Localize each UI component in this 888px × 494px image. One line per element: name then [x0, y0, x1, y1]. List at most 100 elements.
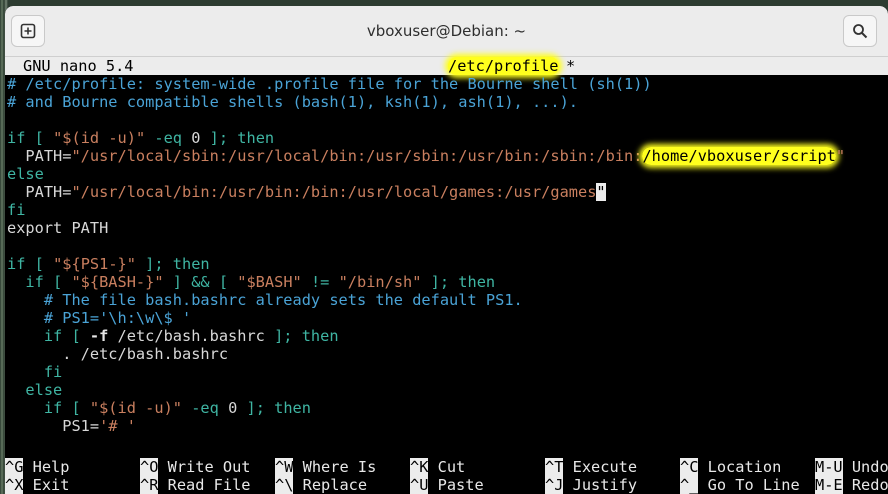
new-tab-icon [20, 23, 36, 39]
shortcut-label: Write Out [158, 458, 251, 476]
code-token: '# ' [99, 417, 136, 435]
code-token: # and Bourne compatible shells (bash(1),… [7, 93, 578, 111]
code-token: . /etc/bash.bashrc [7, 345, 229, 363]
code-token: fi [7, 201, 26, 219]
shortcut-label: Read File [158, 476, 251, 494]
terminal-content[interactable]: GNU nano 5.4 /etc/profile * # /etc/profi… [5, 57, 888, 494]
shortcut-key: M-U [815, 458, 843, 476]
code-line: else [7, 165, 44, 183]
shortcut-key: ^\ [275, 476, 294, 494]
shortcut-write-out: ^O Write Out [140, 458, 251, 476]
code-line: . /etc/bash.bashrc [7, 345, 228, 363]
code-token: export PATH [7, 219, 109, 237]
shortcut-key: ^R [140, 476, 159, 494]
code-token: ]; then [135, 255, 210, 273]
shortcut-paste: ^U Paste [410, 476, 484, 494]
title-bar: vboxuser@Debian: ~ [5, 6, 888, 57]
shortcut-label: Cut [428, 458, 466, 476]
code-line: export PATH [7, 219, 108, 237]
code-token: # /etc/profile: system-wide .profile fil… [7, 75, 652, 93]
search-icon [853, 24, 868, 39]
code-token: if [ [7, 255, 54, 273]
code-token: "$(id -u)" [89, 399, 182, 417]
code-line: PATH="/usr/local/bin:/usr/bin:/bin:/usr/… [7, 183, 606, 201]
code-line: # The file bash.bashrc already sets the … [7, 291, 523, 309]
shortcut-key: ^C [680, 458, 699, 476]
code-line: # and Bourne compatible shells (bash(1),… [7, 93, 578, 111]
code-token: ] && [ [163, 273, 238, 291]
code-line: if [ "$(id -u)" -eq 0 ]; then [7, 129, 274, 147]
shortcut-replace: ^\ Replace [275, 476, 367, 494]
shortcut-label: Redo [842, 476, 888, 494]
code-line: fi [7, 201, 25, 219]
code-token: fi [7, 363, 63, 381]
code-line: PS1='# ' [7, 417, 136, 435]
shortcut-key: ^W [275, 458, 294, 476]
code-token: # PS1='\h:\w\$ ' [7, 309, 192, 327]
shortcut-label: Undo [842, 458, 888, 476]
shortcut-label: Go To Line [698, 476, 800, 494]
nano-header: GNU nano 5.4 /etc/profile * [5, 57, 888, 75]
shortcut-label: Help [23, 458, 70, 476]
code-line: if [ -f /etc/bash.bashrc ]; then [7, 327, 339, 345]
terminal-window: vboxuser@Debian: ~ GNU nano 5.4 /etc/pro… [5, 6, 888, 494]
new-tab-button[interactable] [11, 15, 45, 47]
shortcut-label: Execute [563, 458, 638, 476]
shortcut-justify: ^J Justify [545, 476, 637, 494]
code-token: if [ [7, 327, 90, 345]
code-token: # The file bash.bashrc already sets the … [7, 291, 523, 309]
shortcut-key: ^J [545, 476, 564, 494]
shortcut-label: Exit [23, 476, 70, 494]
shortcut-where-is: ^W Where Is [275, 458, 376, 476]
shortcut-execute: ^T Execute [545, 458, 637, 476]
code-line: if [ "${BASH-}" ] && [ "$BASH" != "/bin/… [7, 273, 495, 291]
code-line: if [ "$(id -u)" -eq 0 ]; then [7, 399, 311, 417]
shortcut-redo: M-E Redo [815, 476, 888, 494]
shortcut-key: ^_ [680, 476, 699, 494]
code-token: "/usr/local/bin:/usr/bin:/bin:/usr/local… [71, 183, 597, 201]
code-token: 0 [228, 399, 238, 417]
code-token: ]; then [421, 273, 496, 291]
code-token: -f [89, 327, 109, 345]
code-token: if [ [7, 399, 90, 417]
shortcut-label: Location [698, 458, 782, 476]
shortcut-label: Replace [293, 476, 368, 494]
code-token: else [7, 381, 63, 399]
shortcut-go-to-line: ^_ Go To Line [680, 476, 800, 494]
code-token: if [ [7, 129, 54, 147]
code-token: PATH= [7, 147, 72, 165]
code-token: "/bin/sh" [338, 273, 422, 291]
code-token: ]; then [264, 327, 339, 345]
shortcut-undo: M-U Undo [815, 458, 888, 476]
code-line: fi [7, 363, 62, 381]
code-token: "${PS1-}" [53, 255, 136, 273]
shortcut-key: ^O [140, 458, 159, 476]
nano-filename: /etc/profile [448, 57, 559, 75]
code-token: /etc/bash.bashrc [108, 327, 265, 345]
nano-version: GNU nano 5.4 [23, 57, 134, 75]
code-token: " [835, 147, 846, 165]
code-token: ]; then [200, 129, 275, 147]
code-line: # PS1='\h:\w\$ ' [7, 309, 191, 327]
shortcut-key: ^K [410, 458, 429, 476]
code-token: if [ [7, 273, 72, 291]
shortcut-label: Justify [563, 476, 638, 494]
code-token: -eq [182, 399, 229, 417]
shortcut-exit: ^X Exit [5, 476, 69, 494]
window-title: vboxuser@Debian: ~ [366, 22, 527, 40]
code-token: "${BASH-}" [71, 273, 164, 291]
shortcut-key: ^X [5, 476, 24, 494]
code-token: "/usr/local/sbin:/usr/local/bin:/usr/sbi… [71, 147, 643, 165]
code-line: PATH="/usr/local/sbin:/usr/local/bin:/us… [7, 147, 845, 165]
shortcut-key: ^T [545, 458, 564, 476]
shortcut-location: ^C Location [680, 458, 781, 476]
shortcut-help: ^G Help [5, 458, 69, 476]
code-token: -eq [145, 129, 192, 147]
code-token: PATH= [7, 183, 72, 201]
code-line: if [ "${PS1-}" ]; then [7, 255, 210, 273]
highlighted-text: /home/vboxuser/script [642, 147, 836, 165]
code-token: PS1= [7, 417, 100, 435]
code-line: # /etc/profile: system-wide .profile fil… [7, 75, 652, 93]
code-line: else [7, 381, 62, 399]
search-button[interactable] [843, 15, 877, 47]
